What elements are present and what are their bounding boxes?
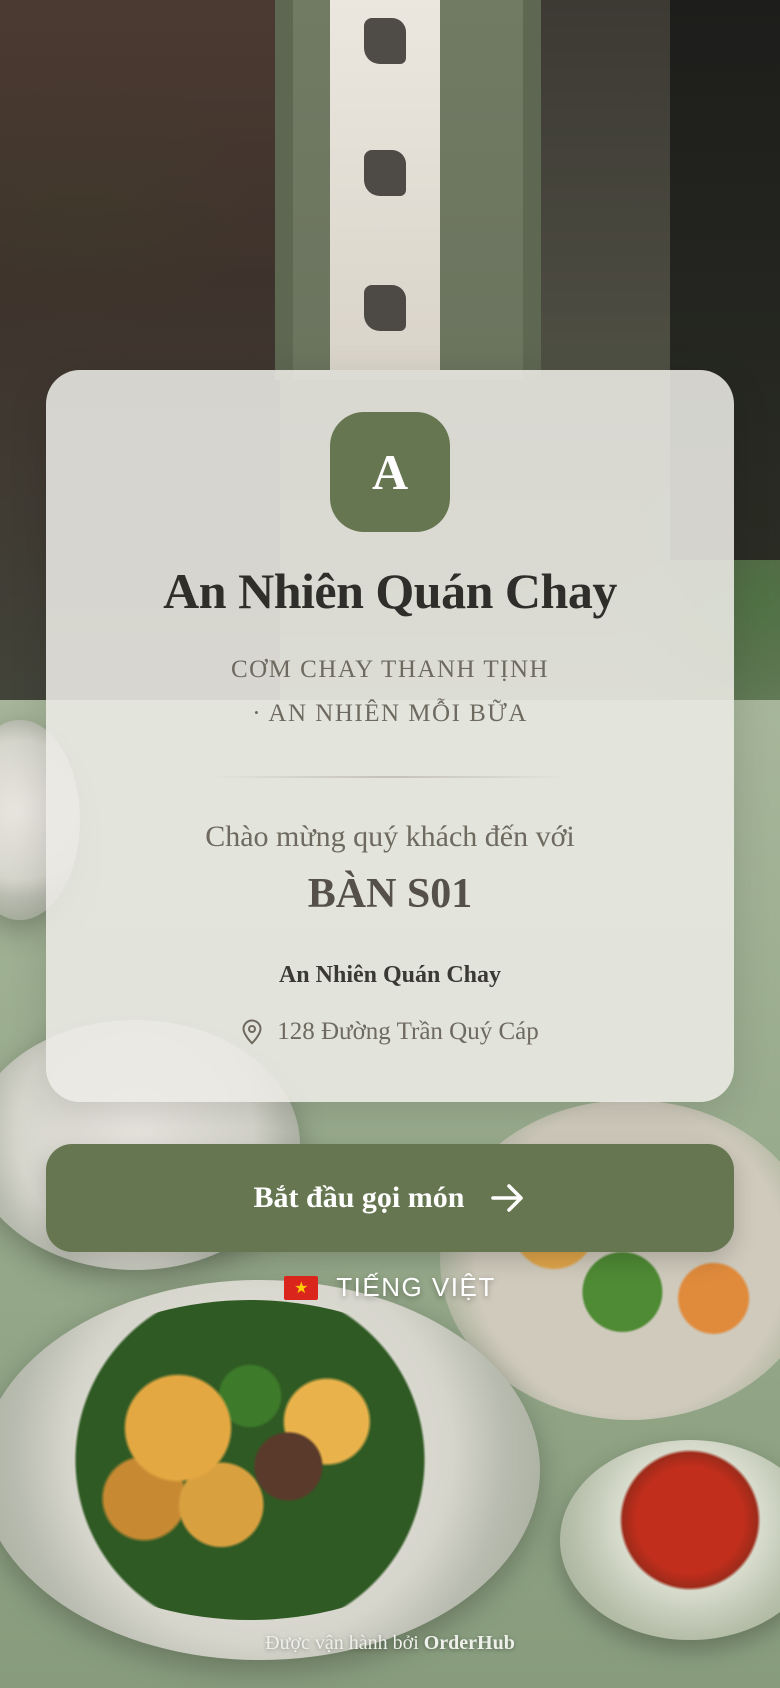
tagline-line-1: CƠM CHAY THANH TỊNH bbox=[230, 656, 550, 683]
powered-by-footer: Được vận hành bởi OrderHub bbox=[0, 1632, 780, 1655]
welcome-card: A An Nhiên Quán Chay CƠM CHAY THANH TỊNH… bbox=[46, 370, 734, 1102]
table-number: BÀN S01 bbox=[307, 871, 473, 917]
address-text: 128 Đường Trần Quý Cáp bbox=[277, 1018, 539, 1045]
restaurant-name: An Nhiên Quán Chay bbox=[163, 563, 617, 619]
background-tofu-dish bbox=[10, 1300, 490, 1620]
vietnam-flag-icon: ★ bbox=[284, 1275, 319, 1300]
branch-address: 128 Đường Trần Quý Cáp bbox=[46, 1018, 734, 1046]
divider bbox=[212, 776, 568, 778]
footer-prefix: Được vận hành bởi bbox=[265, 1632, 419, 1654]
footer-brand: OrderHub bbox=[423, 1632, 515, 1654]
arrow-right-icon bbox=[491, 1184, 524, 1212]
language-selector[interactable]: ★ TIẾNG VIỆT bbox=[0, 1272, 780, 1303]
location-pin-icon bbox=[242, 1019, 262, 1045]
background-calligraphy-scroll bbox=[330, 0, 440, 370]
language-label: TIẾNG VIỆT bbox=[336, 1272, 496, 1302]
start-order-button[interactable]: Bắt đầu gọi món bbox=[46, 1144, 734, 1252]
tagline-line-2: · AN NHIÊN MỖI BỮA bbox=[252, 700, 528, 727]
branch-name: An Nhiên Quán Chay bbox=[278, 962, 502, 988]
restaurant-tagline: CƠM CHAY THANH TỊNH · AN NHIÊN MỖI BỮA bbox=[46, 648, 734, 736]
start-order-label: Bắt đầu gọi món bbox=[253, 1181, 465, 1214]
welcome-text: Chào mừng quý khách đến với bbox=[205, 820, 575, 853]
restaurant-logo: A bbox=[330, 412, 450, 532]
